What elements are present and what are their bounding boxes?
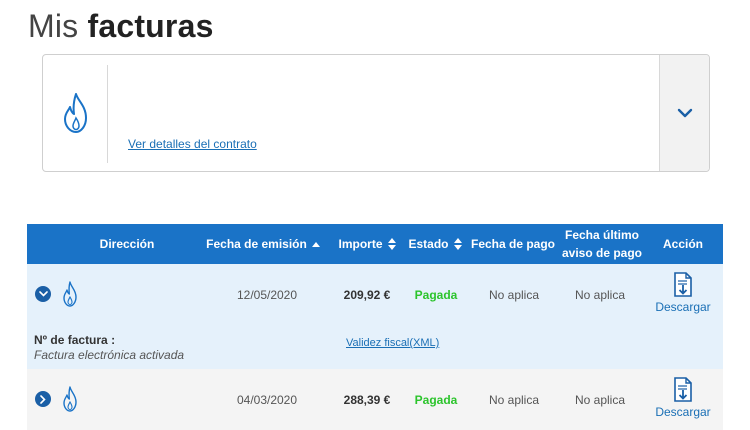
header-fecha-emision[interactable]: Fecha de emisión	[199, 224, 327, 264]
chevron-down-icon	[38, 291, 48, 297]
row-expand-button[interactable]	[35, 391, 51, 407]
cell-fecha-pago: No aplica	[488, 393, 540, 407]
table-row: 12/05/2020 209,92 € Pagada No aplica No …	[27, 264, 723, 369]
invoice-number-label: Nº de factura :	[34, 333, 116, 347]
gas-flame-icon	[63, 281, 77, 307]
cell-importe: 288,39 €	[343, 393, 391, 407]
download-label: Descargar	[655, 300, 711, 314]
gas-flame-icon	[64, 93, 87, 133]
download-button[interactable]: Descargar	[648, 272, 718, 314]
contract-expand-toggle[interactable]	[659, 55, 709, 171]
chevron-down-icon	[677, 108, 692, 118]
cell-fecha-aviso: No aplica	[574, 393, 626, 407]
contract-divider	[107, 65, 108, 163]
page-title-light: Mis	[28, 8, 79, 44]
cell-fecha-emision: 12/05/2020	[236, 288, 298, 302]
header-direccion[interactable]: Dirección	[77, 224, 177, 264]
contract-details-link[interactable]: Ver detalles del contrato	[128, 137, 257, 151]
status-badge: Pagada	[414, 393, 458, 407]
invoice-note: Factura electrónica activada	[34, 348, 185, 362]
xml-validity-link[interactable]: Validez fiscal(XML)	[346, 337, 439, 349]
table-row: 04/03/2020 288,39 € Pagada No aplica No …	[27, 369, 723, 430]
sort-ascending-icon	[311, 241, 320, 247]
sort-icon	[453, 238, 462, 250]
download-label: Descargar	[655, 405, 711, 419]
download-document-icon	[674, 377, 692, 402]
cell-fecha-emision: 04/03/2020	[236, 393, 298, 407]
cell-importe: 209,92 €	[343, 288, 391, 302]
cell-fecha-aviso: No aplica	[574, 288, 626, 302]
header-importe[interactable]: Importe	[329, 224, 405, 264]
table-header: Dirección Fecha de emisión Importe Estad…	[27, 224, 723, 264]
row-collapse-button[interactable]	[35, 286, 51, 302]
sort-icon	[387, 238, 396, 250]
page-title: Mis facturas	[28, 8, 214, 45]
chevron-right-icon	[40, 394, 46, 404]
status-badge: Pagada	[414, 288, 458, 302]
invoices-table: Dirección Fecha de emisión Importe Estad…	[27, 224, 723, 430]
download-button[interactable]: Descargar	[648, 377, 718, 419]
contract-card: Ver detalles del contrato	[42, 54, 710, 172]
page-title-bold: facturas	[87, 8, 214, 44]
header-fecha-aviso: Fecha último aviso de pago	[561, 228, 643, 260]
header-estado[interactable]: Estado	[403, 224, 467, 264]
gas-flame-icon	[63, 386, 77, 412]
download-document-icon	[674, 272, 692, 297]
cell-fecha-pago: No aplica	[488, 288, 540, 302]
header-fecha-pago: Fecha de pago	[470, 237, 556, 251]
header-accion: Acción	[662, 237, 703, 251]
